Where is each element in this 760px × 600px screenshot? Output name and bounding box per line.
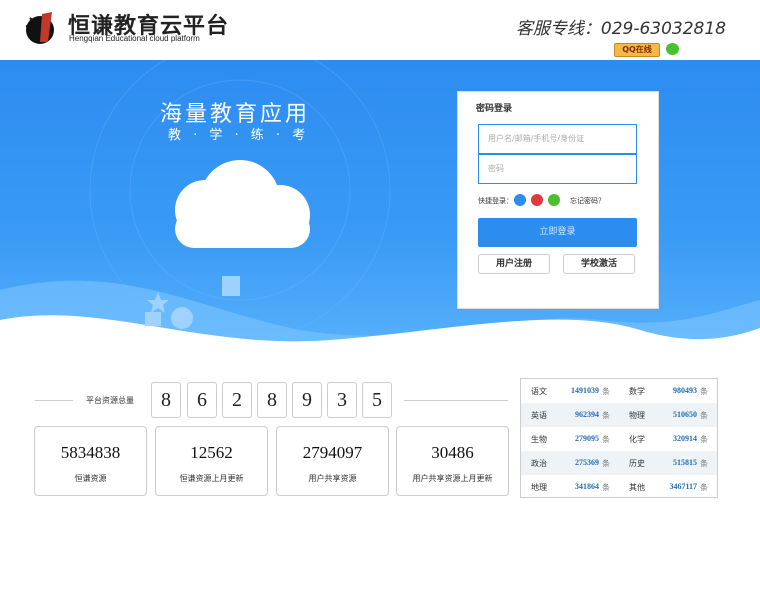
stat-label: 恒谦资源: [74, 474, 107, 483]
subject-count: 275369: [575, 458, 599, 467]
stat-label: 恒谦资源上月更新: [179, 474, 244, 483]
subject-row: 政治 275369 条 历史 515815 条: [521, 451, 717, 475]
divider-right: [404, 400, 508, 401]
stat-number: 5834838: [60, 443, 121, 462]
brand-english: Hengqian Educational cloud platform: [69, 34, 200, 43]
subject-unit: 条: [700, 483, 708, 492]
subject-unit: 条: [602, 459, 610, 468]
register-button[interactable]: 用户注册: [478, 254, 550, 274]
subject-count: 980493: [673, 386, 697, 395]
divider-left: [35, 400, 73, 401]
subject-name: 物理: [629, 411, 645, 420]
logo-icon[interactable]: [22, 8, 62, 48]
counter-digit: 5: [362, 382, 392, 418]
subject-name: 语文: [531, 387, 547, 396]
qq-login-icon[interactable]: [514, 194, 526, 206]
subject-count: 510650: [673, 410, 697, 419]
wechat-login-icon[interactable]: [548, 194, 560, 206]
subject-unit: 条: [700, 411, 708, 420]
subject-row: 英语 962394 条 物理 510650 条: [521, 403, 717, 427]
weibo-login-icon[interactable]: [531, 194, 543, 206]
subject-unit: 条: [602, 411, 610, 420]
subject-unit: 条: [602, 387, 610, 396]
stat-card: 2794097 用户共享资源: [276, 426, 389, 496]
subject-name: 地理: [531, 483, 547, 492]
subject-count: 279095: [575, 434, 599, 443]
subject-count: 341864: [575, 482, 599, 491]
hotline: 客服专线：029-63032818: [515, 19, 726, 39]
subject-unit: 条: [602, 483, 610, 492]
quick-login-label: 快捷登录：: [478, 197, 513, 205]
forgot-password-link[interactable]: 忘记密码？: [570, 196, 605, 206]
login-title: 密码登录: [476, 104, 513, 114]
subject-count: 962394: [575, 410, 599, 419]
subject-unit: 条: [700, 387, 708, 396]
subject-count: 3467117: [669, 482, 697, 491]
subject-count: 1491039: [571, 386, 599, 395]
subject-name: 历史: [629, 459, 645, 468]
stat-card: 12562 恒谦资源上月更新: [155, 426, 268, 496]
counter-digit: 8: [257, 382, 287, 418]
subject-row: 地理 341864 条 其他 3467117 条: [521, 475, 717, 499]
password-input[interactable]: 密码: [478, 154, 637, 184]
login-button[interactable]: 立即登录: [478, 218, 637, 247]
counter-digit: 3: [327, 382, 357, 418]
cloud-icon: [175, 160, 310, 248]
subject-table: 语文 1491039 条 数学 980493 条 英语 962394 条 物理 …: [520, 378, 718, 498]
subject-name: 其他: [629, 483, 645, 492]
qq-online-button[interactable]: QQ在线: [614, 43, 660, 57]
subject-unit: 条: [700, 435, 708, 444]
username-input[interactable]: 用户名/邮箱/手机号/身份证: [478, 124, 637, 154]
stat-card: 5834838 恒谦资源: [34, 426, 147, 496]
wechat-icon[interactable]: [666, 43, 679, 55]
subject-count: 320914: [673, 434, 697, 443]
stat-number: 12562: [190, 443, 233, 462]
subject-row: 生物 279095 条 化学 320914 条: [521, 427, 717, 451]
subject-name: 政治: [531, 459, 547, 468]
subject-name: 数学: [629, 387, 645, 396]
stat-label: 用户共享资源: [308, 474, 357, 483]
site-header: 恒谦教育云平台 Hengqian Educational cloud platf…: [0, 0, 760, 60]
subject-name: 生物: [531, 435, 547, 444]
counter-digit: 8: [151, 382, 181, 418]
stat-card: 30486 用户共享资源上月更新: [396, 426, 509, 496]
subject-unit: 条: [602, 435, 610, 444]
counter-digit: 9: [292, 382, 322, 418]
banner-subtitle: 教 · 学 · 练 · 考: [168, 128, 310, 143]
counter-digit: 2: [222, 382, 252, 418]
subject-name: 化学: [629, 435, 645, 444]
counter-digit: 6: [187, 382, 217, 418]
subject-row: 语文 1491039 条 数学 980493 条: [521, 379, 717, 403]
subject-unit: 条: [700, 459, 708, 468]
login-panel: 密码登录 用户名/邮箱/手机号/身份证 密码 快捷登录： 忘记密码？ 立即登录 …: [457, 91, 659, 309]
subject-name: 英语: [531, 411, 547, 420]
stat-label: 用户共享资源上月更新: [412, 474, 493, 483]
stat-number: 2794097: [302, 443, 363, 462]
resource-total-label: 平台资源总量: [86, 396, 134, 405]
subject-count: 515815: [673, 458, 697, 467]
stat-number: 30486: [431, 443, 474, 462]
activate-school-button[interactable]: 学校激活: [563, 254, 635, 274]
